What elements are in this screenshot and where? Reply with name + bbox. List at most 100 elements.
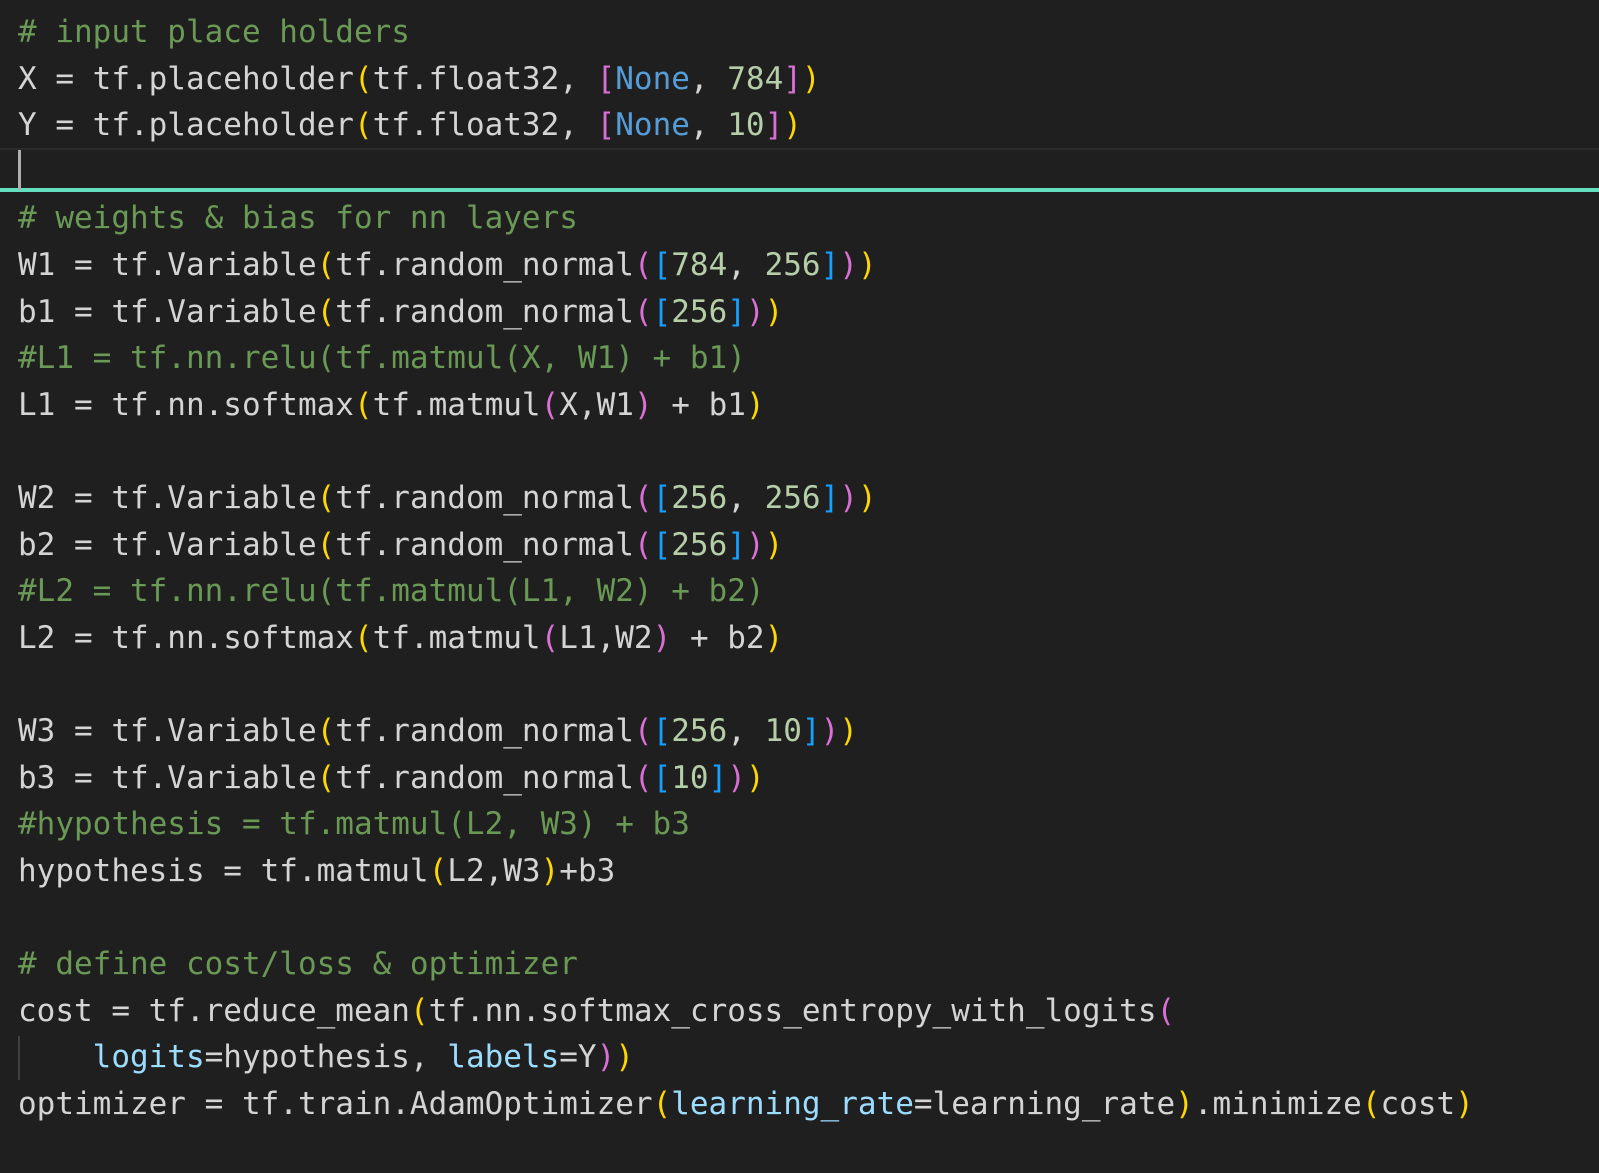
code-token: optimizer = tf.train.AdamOptimizer [18, 1085, 653, 1122]
code-token: L2 = tf.nn.softmax [18, 619, 354, 656]
code-line[interactable]: X = tf.placeholder(tf.float32, [None, 78… [18, 56, 821, 102]
code-token: # define cost/loss & optimizer [18, 946, 578, 982]
code-token: X,W1 [559, 386, 634, 423]
code-token: ( [316, 293, 336, 330]
code-token: tf.float32, [372, 107, 597, 144]
code-line[interactable]: logits=hypothesis, labels=Y)) [18, 1034, 634, 1080]
code-token: ) [745, 526, 765, 563]
code-token: ) [839, 247, 858, 283]
code-line[interactable]: optimizer = tf.train.AdamOptimizer ( learn… [18, 1081, 1474, 1127]
code-token: #L2 = tf.nn.relu(tf.matmul(L1, W2) + b2) [18, 573, 765, 610]
code-token: + b1 [652, 386, 746, 423]
text-cursor [18, 150, 21, 190]
code-token: ( [353, 386, 373, 423]
code-token: ( [633, 713, 653, 749]
code-line[interactable]: L2 = tf.nn.softmax(tf.matmul(L1,W2) + b2… [18, 615, 783, 661]
code-token: learning_rate [671, 1085, 914, 1122]
code-token: tf.float32, [372, 60, 597, 97]
code-token: ( [316, 526, 336, 563]
code-token: 256 [671, 526, 728, 563]
code-token: ) [633, 386, 653, 423]
code-token: tf.matmul [372, 619, 541, 656]
current-line-highlight [0, 148, 1599, 192]
code-line[interactable]: W2 = tf.Variable(tf.random_normal([256, … [18, 475, 877, 521]
code-token: W3 = tf.Variable [18, 713, 317, 749]
code-token: tf.random_normal [335, 480, 634, 516]
code-token: .minimize [1193, 1085, 1362, 1122]
code-line[interactable]: b2 = tf.Variable(tf.random_normal([256])… [18, 522, 783, 568]
code-token: =Y [559, 1039, 597, 1076]
code-line[interactable]: hypothesis = tf.matmul(L2,W3)+b3 [18, 848, 615, 894]
code-token: tf.nn.softmax_cross_entropy_with_logits [428, 992, 1157, 1029]
code-token: ) [1175, 1085, 1194, 1122]
code-line[interactable]: b3 = tf.Variable(tf.random_normal([10])) [18, 755, 765, 801]
code-token: ) [745, 386, 765, 423]
code-line[interactable]: #hypothesis = tf.matmul(L2, W3) + b3 [18, 801, 690, 847]
code-line[interactable]: #L1 = tf.nn.relu(tf.matmul(X, W1) + b1) [18, 335, 746, 381]
code-token: ) [1455, 1085, 1474, 1122]
code-token: [ [652, 247, 672, 283]
code-token: ) [839, 713, 858, 749]
code-token: L1,W2 [559, 619, 653, 656]
code-line[interactable]: Y = tf.placeholder(tf.float32, [None, 10… [18, 102, 802, 148]
code-line[interactable]: L1 = tf.nn.softmax(tf.matmul(X,W1) + b1) [18, 382, 765, 428]
code-line[interactable]: # weights & bias for nn layers [18, 195, 578, 241]
code-token: ( [633, 247, 653, 283]
code-token: logits [92, 1039, 205, 1076]
code-token: tf.matmul [372, 386, 541, 423]
code-token: ) [764, 526, 784, 563]
code-token: =hypothesis, [204, 1039, 448, 1076]
code-token: ) [764, 619, 784, 656]
code-line[interactable]: W1 = tf.Variable(tf.random_normal([784, … [18, 242, 877, 288]
code-token: X = tf.placeholder [18, 60, 354, 97]
code-line[interactable]: cost = tf.reduce_mean(tf.nn.softmax_cros… [18, 988, 1175, 1034]
code-token: ( [353, 619, 373, 656]
code-token: #hypothesis = tf.matmul(L2, W3) + b3 [18, 806, 690, 843]
code-line[interactable]: # input place holders [18, 9, 410, 55]
code-token: +b3 [559, 852, 616, 889]
code-token: ) [540, 852, 560, 889]
code-token: tf.random_normal [335, 247, 634, 283]
code-token: tf.random_normal [335, 759, 634, 796]
code-token: ) [839, 480, 858, 516]
code-token: ( [428, 852, 448, 889]
code-token: # input place holders [18, 14, 410, 50]
code-token: [ [652, 526, 672, 563]
code-token: [ [596, 107, 616, 144]
code-line[interactable]: # define cost/loss & optimizer [18, 941, 578, 987]
code-token: W2 = tf.Variable [18, 480, 317, 516]
code-token: ] [727, 293, 746, 330]
code-token: ) [857, 247, 877, 283]
code-line[interactable]: b1 = tf.Variable(tf.random_normal([256])… [18, 289, 783, 335]
code-token: ) [596, 1039, 616, 1076]
code-token: ) [857, 480, 877, 516]
code-token: ( [409, 992, 429, 1029]
code-token: hypothesis = tf.matmul [18, 852, 429, 889]
code-token: ] [764, 107, 784, 144]
code-token: ( [316, 247, 336, 283]
code-token: None [615, 60, 690, 97]
code-token: =learning_rate [913, 1085, 1176, 1122]
code-token: ( [1156, 992, 1176, 1029]
code-line[interactable]: W3 = tf.Variable(tf.random_normal([256, … [18, 708, 858, 754]
code-token: L2,W3 [447, 852, 541, 889]
code-token: ( [633, 293, 653, 330]
code-line[interactable]: #L2 = tf.nn.relu(tf.matmul(L1, W2) + b2) [18, 568, 765, 614]
code-token: b1 = tf.Variable [18, 293, 317, 330]
code-editor[interactable]: # input place holders X = tf.placeholder(… [0, 0, 1599, 1173]
code-token: L1 = tf.nn.softmax [18, 386, 354, 423]
code-token: ] [820, 247, 840, 283]
code-token: ) [615, 1039, 634, 1076]
code-token: [ [652, 480, 672, 516]
code-token: 10 [764, 713, 802, 749]
code-token: , [727, 247, 765, 283]
code-token: labels [447, 1039, 560, 1076]
code-token: ( [1361, 1085, 1381, 1122]
code-token: ] [783, 60, 802, 97]
code-token: , [727, 480, 765, 516]
code-token: b2 = tf.Variable [18, 526, 317, 563]
code-token: None [615, 107, 690, 144]
code-token: ( [316, 759, 336, 796]
code-token: 256 [671, 713, 728, 749]
